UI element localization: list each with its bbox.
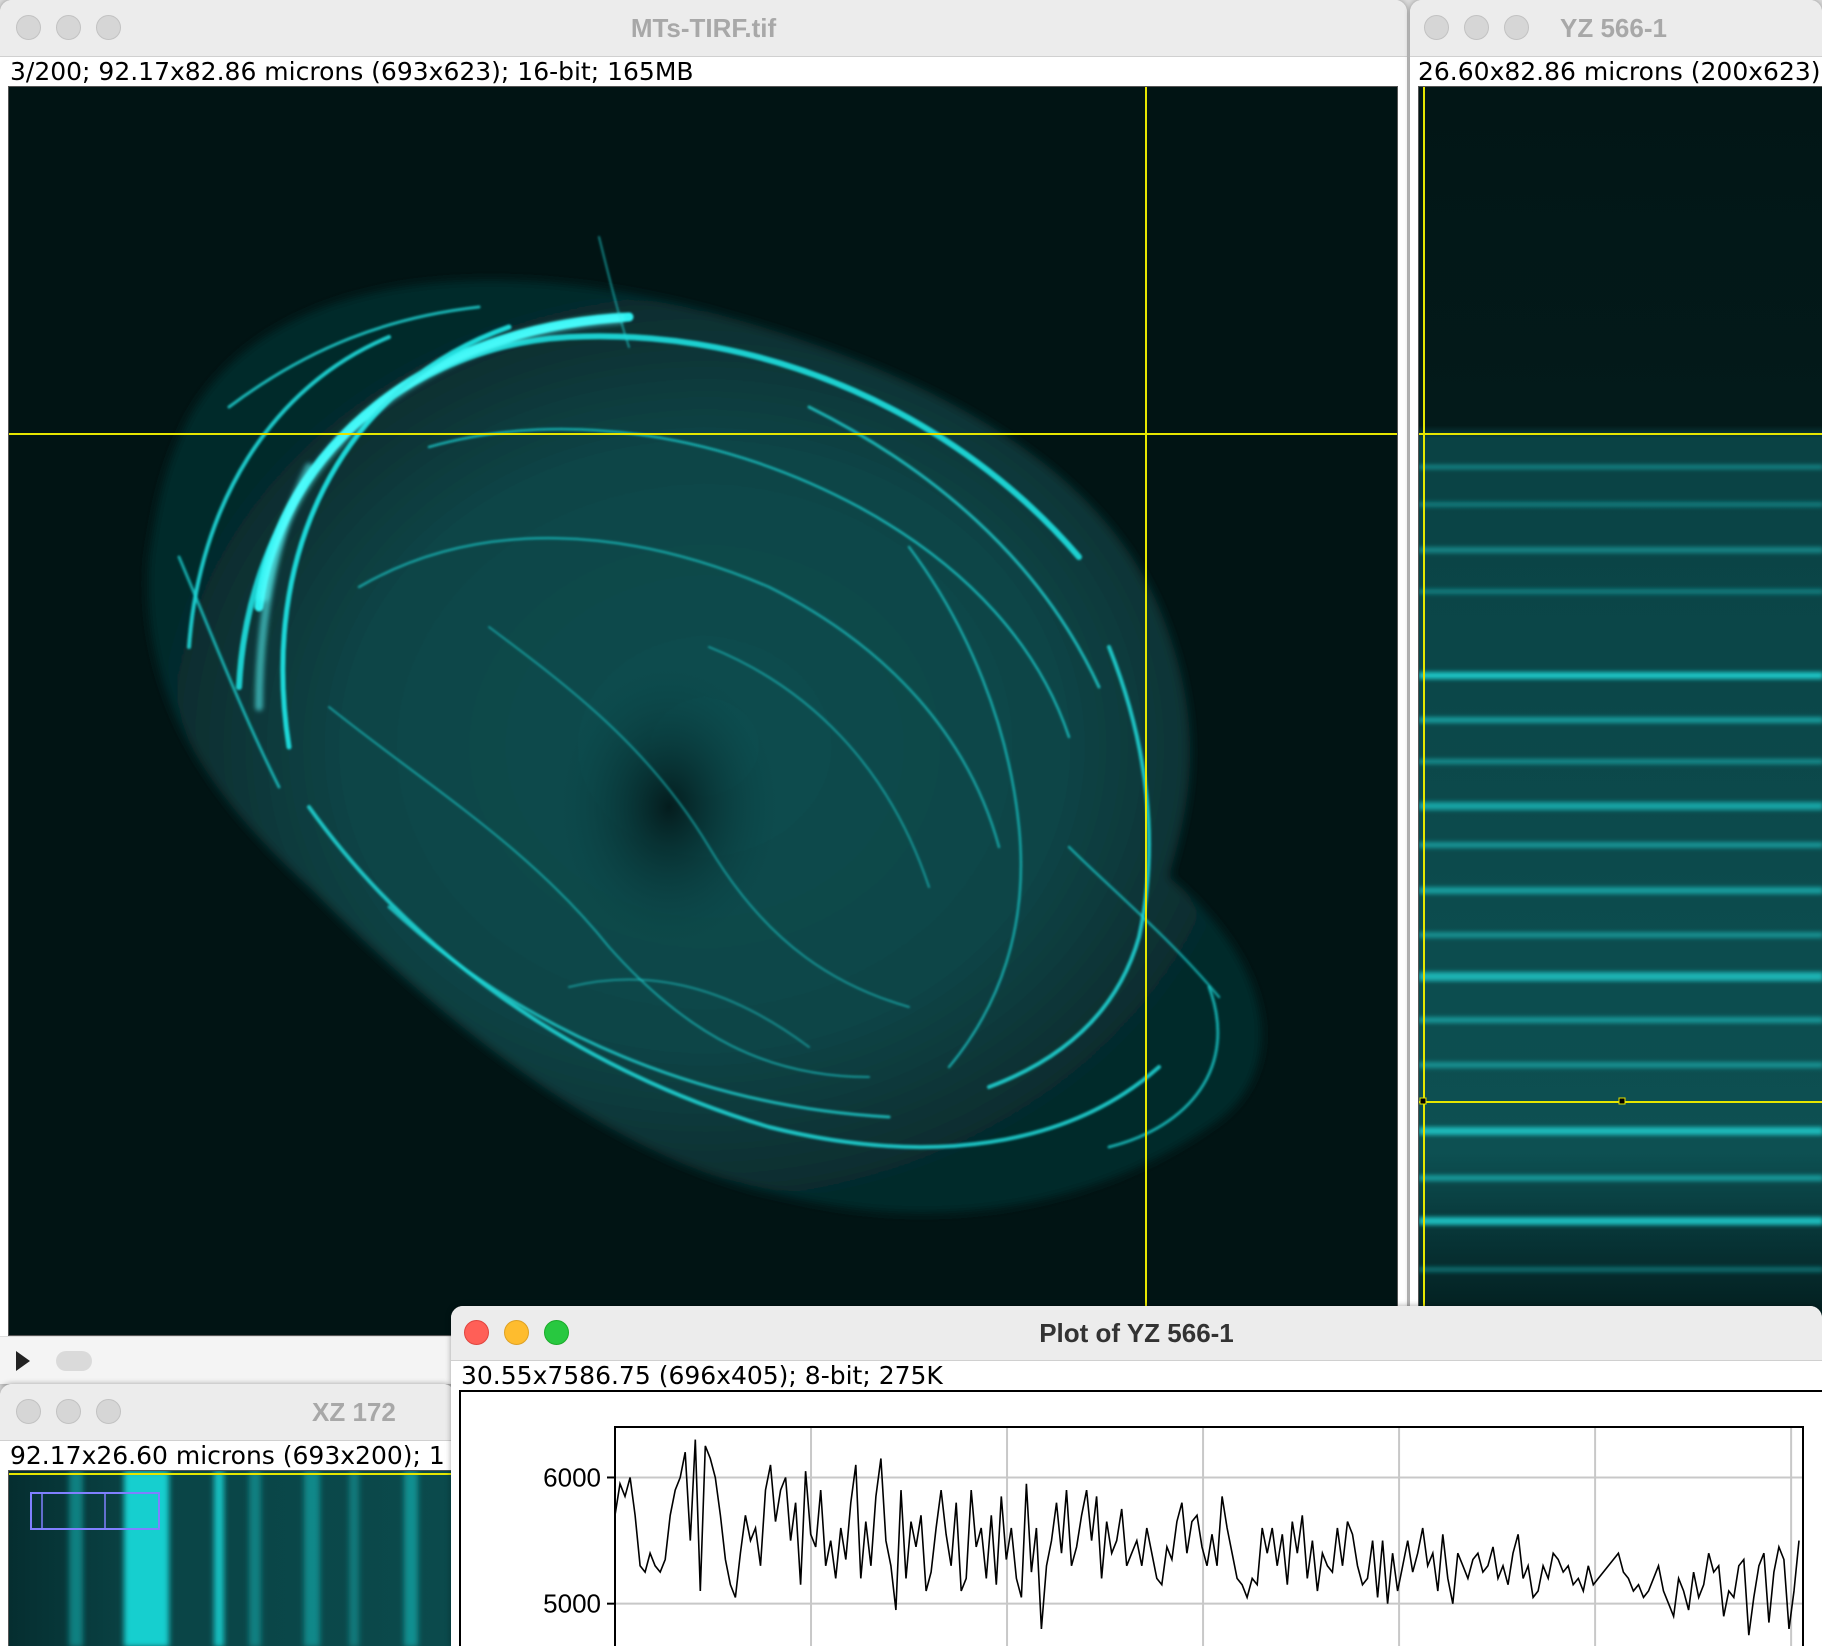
crosshair-vertical [1145,87,1147,1335]
xz-window-titlebar[interactable]: XZ 172 [0,1384,455,1441]
line-chart: 6000 5000 [543,1426,1804,1646]
plot-window[interactable]: Plot of YZ 566-1 30.55x7586.75 (696x405)… [451,1306,1822,1646]
xz-image [9,1471,455,1646]
yz-image-info: 26.60x82.86 microns (200x623) [1418,57,1821,86]
yz-image [1419,87,1822,1339]
xz-window-title: XZ 172 [312,1397,396,1427]
crosshair-horizontal [9,433,1397,435]
y-tick-label: 6000 [543,1462,601,1492]
y-tick-label: 5000 [543,1589,601,1619]
crosshair-horizontal [1419,433,1822,435]
main-window-title: MTs-TIRF.tif [630,13,777,43]
yz-image-canvas[interactable] [1418,86,1822,1340]
plot-frame [614,1426,1804,1646]
yz-window-title: YZ 566-1 [1560,13,1667,43]
main-image-canvas[interactable] [8,86,1398,1336]
stack-slider-thumb[interactable] [56,1351,92,1371]
crosshair-vertical [1423,87,1425,1339]
series-line [614,1439,1800,1636]
line-handle[interactable] [1618,1097,1626,1105]
xz-image-info: 92.17x26.60 microns (693x200); 1 [10,1441,445,1470]
xz-image-canvas[interactable] [8,1470,455,1646]
plot-info: 30.55x7586.75 (696x405); 8-bit; 275K [461,1361,943,1390]
line-handle[interactable] [1419,1097,1427,1105]
main-image-window[interactable]: MTs-TIRF.tif 3/200; 92.17x82.86 microns … [0,0,1407,1384]
plot-window-titlebar[interactable]: Plot of YZ 566-1 [451,1306,1822,1361]
play-icon[interactable] [16,1351,30,1371]
xz-window[interactable]: XZ 172 92.17x26.60 microns (693x200); 1 [0,1384,455,1646]
yz-window[interactable]: YZ 566-1 26.60x82.86 microns (200x623) [1410,0,1822,1340]
yz-window-titlebar[interactable]: YZ 566-1 [1410,0,1822,57]
crosshair-horizontal [9,1473,455,1475]
main-window-titlebar[interactable]: MTs-TIRF.tif [0,0,1407,57]
plot-canvas[interactable]: 6000 5000 [459,1390,1822,1646]
microtubule-image [9,87,1397,1335]
plot-window-title: Plot of YZ 566-1 [1039,1318,1234,1348]
main-image-info: 3/200; 92.17x82.86 microns (693x623); 16… [10,57,694,86]
